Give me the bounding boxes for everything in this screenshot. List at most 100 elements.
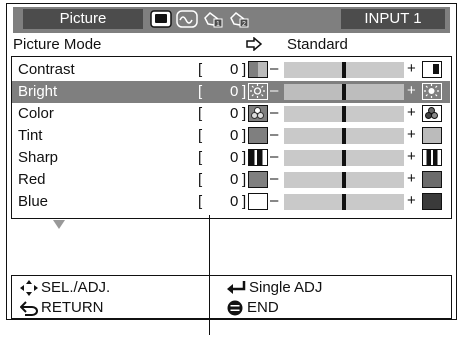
return-icon	[20, 300, 38, 316]
contrast-high-icon	[422, 61, 442, 78]
single-adj-label: Single ADJ	[249, 279, 323, 296]
sharp-high-icon	[422, 149, 442, 166]
bracket-right: ]	[242, 171, 247, 188]
audio-tab-icon[interactable]	[176, 10, 198, 28]
slider-bar[interactable]	[284, 194, 404, 210]
slider-thumb[interactable]	[342, 172, 346, 188]
slider-thumb[interactable]	[342, 194, 346, 210]
plus-icon: +	[407, 82, 416, 99]
slider-bar[interactable]	[284, 84, 404, 100]
setup2-tab-icon[interactable]: 2	[228, 10, 250, 28]
row-bright[interactable]: Bright [ 0 ] – +	[12, 81, 450, 103]
slider-thumb[interactable]	[342, 62, 346, 78]
row-tint[interactable]: Tint [ 0 ] – +	[12, 125, 450, 147]
menu-header: Picture 1 2 INPUT 1	[13, 7, 450, 33]
picture-mode-label: Picture Mode	[13, 36, 102, 53]
row-value: 0	[230, 171, 239, 188]
bracket-left: [	[198, 61, 203, 78]
sel-adj-guide: SEL./ADJ.	[20, 279, 110, 296]
row-label: Bright	[18, 83, 58, 100]
row-color[interactable]: Color [ 0 ] – +	[12, 103, 450, 125]
brightness-high-icon	[422, 83, 442, 100]
return-label: RETURN	[41, 299, 104, 316]
minus-icon: –	[270, 148, 279, 165]
enter-icon	[227, 280, 246, 294]
menu-button-icon	[227, 300, 243, 315]
bracket-left: [	[198, 193, 203, 210]
cross-arrows-icon	[20, 279, 38, 296]
return-guide: RETURN	[20, 299, 104, 316]
row-label: Sharp	[18, 149, 59, 166]
row-red[interactable]: Red [ 0 ] – +	[12, 169, 450, 191]
row-value: 0	[230, 193, 239, 210]
row-value: 0	[230, 127, 239, 144]
slider-bar[interactable]	[284, 106, 404, 122]
slider-thumb[interactable]	[342, 106, 346, 122]
callout-line	[209, 215, 210, 335]
bracket-left: [	[198, 171, 203, 188]
minus-icon: –	[270, 170, 279, 187]
setup1-tab-icon[interactable]: 1	[202, 10, 224, 28]
bracket-left: [	[198, 149, 203, 166]
plus-icon: +	[407, 170, 416, 187]
red-high-icon	[422, 171, 442, 188]
plus-icon: +	[407, 104, 416, 121]
bracket-left: [	[198, 127, 203, 144]
slider-thumb[interactable]	[342, 150, 346, 166]
bracket-right: ]	[242, 83, 247, 100]
row-label: Tint	[18, 127, 43, 144]
slider-bar[interactable]	[284, 150, 404, 166]
slider-bar[interactable]	[284, 62, 404, 78]
row-value: 0	[230, 105, 239, 122]
row-label: Red	[18, 171, 46, 188]
osd-menu-frame: Picture 1 2 INPUT 1 Picture Mode Standar…	[6, 3, 457, 320]
plus-icon: +	[407, 148, 416, 165]
adjustment-list: Contrast [ 0 ] – + Bright [ 0 ] – + Colo…	[11, 56, 452, 219]
slider-bar[interactable]	[284, 172, 404, 188]
minus-icon: –	[270, 104, 279, 121]
sharp-low-icon	[248, 149, 268, 166]
pointer-icon	[246, 36, 263, 56]
plus-icon: +	[407, 60, 416, 77]
slider-thumb[interactable]	[342, 84, 346, 100]
bracket-right: ]	[242, 127, 247, 144]
row-label: Blue	[18, 193, 49, 210]
slider-bar[interactable]	[284, 128, 404, 144]
input-indicator: INPUT 1	[341, 9, 445, 29]
row-value: 0	[230, 83, 239, 100]
sel-adj-label: SEL./ADJ.	[41, 279, 111, 296]
color-high-icon	[422, 105, 442, 122]
row-value: 0	[230, 61, 239, 78]
bracket-left: [	[198, 83, 203, 100]
row-contrast[interactable]: Contrast [ 0 ] – +	[12, 59, 450, 81]
bracket-right: ]	[242, 193, 247, 210]
picture-mode-value[interactable]: Standard	[287, 36, 348, 53]
plus-icon: +	[407, 126, 416, 143]
bracket-right: ]	[242, 149, 247, 166]
minus-icon: –	[270, 82, 279, 99]
end-guide: END	[226, 299, 279, 316]
plus-icon: +	[407, 192, 416, 209]
brightness-low-icon	[248, 83, 268, 100]
svg-text:2: 2	[242, 21, 246, 28]
row-label: Color	[18, 105, 54, 122]
color-low-icon	[248, 105, 268, 122]
row-sharp[interactable]: Sharp [ 0 ] – +	[12, 147, 450, 169]
single-adj-guide: Single ADJ	[226, 279, 322, 296]
svg-text:1: 1	[216, 21, 220, 28]
scroll-down-icon[interactable]	[53, 220, 65, 229]
blue-low-icon	[248, 193, 268, 210]
minus-icon: –	[270, 192, 279, 209]
bracket-left: [	[198, 105, 203, 122]
bracket-right: ]	[242, 105, 247, 122]
red-low-icon	[248, 171, 268, 188]
tab-picture[interactable]: Picture	[23, 9, 143, 29]
footer-guide: SEL./ADJ. RETURN Single ADJ END	[11, 275, 452, 319]
contrast-low-icon	[248, 61, 268, 78]
row-blue[interactable]: Blue [ 0 ] – +	[12, 191, 450, 213]
row-label: Contrast	[18, 61, 75, 78]
picture-tab-icon[interactable]	[150, 10, 172, 28]
slider-thumb[interactable]	[342, 128, 346, 144]
end-label: END	[247, 299, 279, 316]
minus-icon: –	[270, 126, 279, 143]
